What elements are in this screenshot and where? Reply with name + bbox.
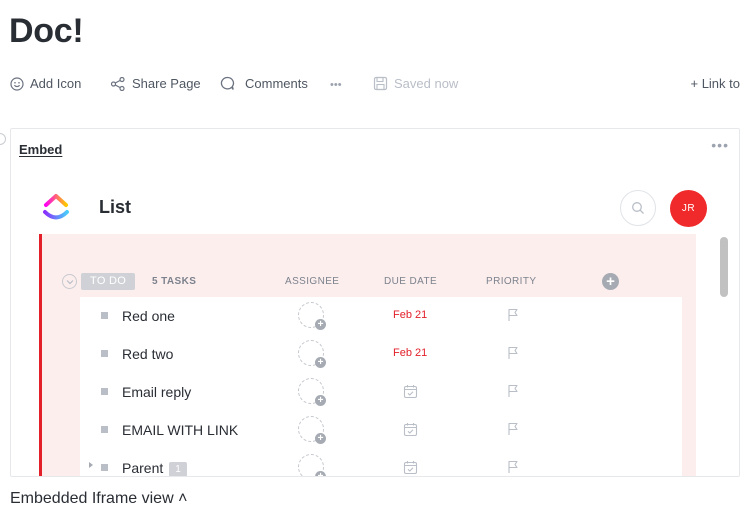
due-date[interactable]: Feb 21 <box>393 347 427 359</box>
subtask-count-badge[interactable]: 1 <box>169 462 187 476</box>
add-icon-button[interactable]: Add Icon <box>10 76 81 91</box>
more-options-button[interactable]: ••• <box>330 79 342 91</box>
search-icon <box>632 202 644 214</box>
smiley-icon <box>10 76 24 91</box>
status-square-icon[interactable] <box>101 388 108 395</box>
assignee-add-icon[interactable]: + <box>298 302 326 330</box>
flag-icon[interactable] <box>506 460 520 474</box>
embed-menu-button[interactable]: ••• <box>711 137 729 153</box>
calendar-icon[interactable] <box>403 460 418 475</box>
calendar-icon[interactable] <box>403 384 418 399</box>
assignee-add-icon[interactable]: + <box>298 378 326 406</box>
task-name[interactable]: Parent 1 <box>122 460 187 476</box>
task-name-text: Parent <box>122 460 164 476</box>
due-date[interactable]: Feb 21 <box>393 309 427 321</box>
flag-icon[interactable] <box>506 384 520 398</box>
column-header-priority[interactable]: PRIORITY <box>486 276 536 287</box>
list-title: List <box>99 197 132 217</box>
save-icon <box>373 76 388 91</box>
link-to-label: + Link to <box>690 76 740 91</box>
more-icon: ••• <box>330 79 342 91</box>
table-row[interactable]: Red two + Feb 21 <box>80 335 682 373</box>
chevron-down-icon <box>66 279 73 284</box>
page-title: Doc! <box>9 12 84 50</box>
link-to-button[interactable]: + Link to <box>690 76 740 91</box>
calendar-icon[interactable] <box>403 422 418 437</box>
table-row[interactable]: Red one + Feb 21 <box>80 297 682 335</box>
group-header: TO DO 5 TASKS ASSIGNEE DUE DATE PRIORITY… <box>42 273 696 293</box>
task-count: 5 TASKS <box>152 276 197 287</box>
table-row[interactable]: Parent 1 + <box>80 449 682 476</box>
flag-icon[interactable] <box>506 346 520 360</box>
status-badge[interactable]: TO DO <box>81 273 136 290</box>
share-page-label: Share Page <box>132 76 201 91</box>
block-handle[interactable] <box>0 133 6 145</box>
comments-label: Comments <box>245 76 308 91</box>
status-square-icon[interactable] <box>101 350 108 357</box>
comment-icon <box>220 76 235 90</box>
share-page-button[interactable]: Share Page <box>110 76 201 91</box>
iframe-scrollbar[interactable] <box>717 235 731 476</box>
status-square-icon[interactable] <box>101 312 108 319</box>
saved-status-label: Saved now <box>394 76 459 91</box>
table-row[interactable]: Email reply + <box>80 373 682 411</box>
status-square-icon[interactable] <box>101 426 108 433</box>
column-header-due-date[interactable]: DUE DATE <box>384 276 437 287</box>
flag-icon[interactable] <box>506 308 520 322</box>
task-list: Red one + Feb 21 Red two + Feb 21 Email … <box>80 297 682 476</box>
doc-toolbar: Add Icon Share Page Comments ••• Saved n… <box>10 76 740 96</box>
add-icon-label: Add Icon <box>30 76 82 91</box>
user-avatar[interactable]: JR <box>670 190 707 227</box>
expand-subtasks-icon[interactable] <box>89 462 93 468</box>
scrollbar-thumb[interactable] <box>720 237 728 297</box>
search-button[interactable] <box>620 190 656 226</box>
clickup-logo-icon <box>43 194 69 220</box>
embed-caption[interactable]: Embedded Iframe view ˄ <box>10 490 187 508</box>
flag-icon[interactable] <box>506 422 520 436</box>
share-icon <box>110 76 125 91</box>
assignee-add-icon[interactable]: + <box>298 416 326 444</box>
task-name[interactable]: Red two <box>122 346 173 362</box>
task-name[interactable]: Red one <box>122 308 175 324</box>
column-header-assignee[interactable]: ASSIGNEE <box>285 276 339 287</box>
save-status: Saved now <box>373 76 458 91</box>
comments-button[interactable]: Comments <box>219 76 308 91</box>
embed-label[interactable]: Embed <box>19 142 62 157</box>
collapse-group-button[interactable] <box>62 274 77 289</box>
status-square-icon[interactable] <box>101 464 108 471</box>
task-name[interactable]: EMAIL WITH LINK <box>122 422 238 438</box>
list-view: TO DO 5 TASKS ASSIGNEE DUE DATE PRIORITY… <box>39 234 696 476</box>
assignee-add-icon[interactable]: + <box>298 454 326 476</box>
table-row[interactable]: EMAIL WITH LINK + <box>80 411 682 449</box>
task-name[interactable]: Email reply <box>122 384 191 400</box>
assignee-add-icon[interactable]: + <box>298 340 326 368</box>
embed-block: Embed ••• List JR TO DO 5 TASKS ASSIGNEE… <box>10 128 740 477</box>
embedded-iframe: List JR TO DO 5 TASKS ASSIGNEE DUE DATE … <box>12 174 739 476</box>
add-column-button[interactable]: + <box>602 273 619 290</box>
